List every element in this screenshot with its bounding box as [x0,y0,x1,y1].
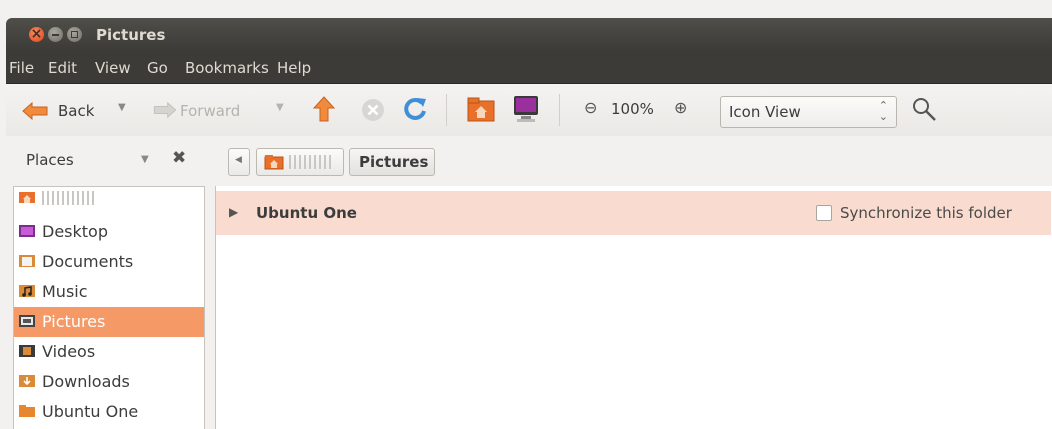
menu-bookmarks[interactable]: Bookmarks [185,59,269,77]
home-folder-icon[interactable] [467,96,495,122]
close-sidebar-icon[interactable]: ✖ [172,148,186,168]
videos-folder-icon [19,345,35,357]
menu-bar: File Edit View Go Bookmarks Help [6,51,1052,84]
blurred-username [289,155,333,169]
zoom-out-icon[interactable]: ⊖ [584,98,597,117]
minimize-window-icon[interactable] [48,27,63,42]
reload-icon[interactable] [402,96,428,122]
menu-go[interactable]: Go [147,59,168,77]
stop-icon[interactable] [361,98,385,122]
path-current-button[interactable]: Pictures [349,148,435,176]
sidebar-item-pictures[interactable]: Pictures [14,307,204,337]
zoom-level: 100% [611,100,654,118]
path-scroll-left-button[interactable]: ◀ [228,148,250,176]
desktop-folder-icon [19,225,35,237]
sidebar-item-music[interactable]: Music [14,277,204,307]
location-row: Places ▼ ✖ ◀ Pictures [6,136,1052,186]
ubuntu-one-folder-icon [19,405,35,417]
maximize-window-icon[interactable] [67,27,82,42]
sidebar-item-home[interactable] [14,187,204,217]
spinner-arrows-icon: ⌃ ⌄ [878,99,888,123]
ubuntu-one-title[interactable]: Ubuntu One [256,204,357,222]
window-title: Pictures [96,26,166,44]
home-folder-icon [19,192,35,203]
sidebar-item-label: Music [42,282,88,301]
sidebar-item-videos[interactable]: Videos [14,337,204,367]
path-home-button[interactable] [256,148,344,176]
sidebar-item-label: Desktop [42,222,108,241]
menu-file[interactable]: File [9,59,34,77]
sidebar-item-label: Ubuntu One [42,402,139,421]
back-arrow-icon [22,102,48,120]
chevron-left-icon: ◀ [235,155,242,165]
expand-triangle-icon[interactable]: ▶ [229,205,238,219]
title-bar[interactable]: Pictures [6,18,1052,51]
menu-edit[interactable]: Edit [48,59,77,77]
sidebar-item-documents[interactable]: Documents [14,247,204,277]
close-window-icon[interactable] [29,25,44,43]
up-arrow-icon[interactable] [313,96,335,122]
menu-view[interactable]: View [95,59,131,77]
blurred-username [42,191,94,205]
sidebar-header: Places [26,151,74,169]
forward-arrow-icon [153,102,177,118]
view-mode-value: Icon View [729,103,801,121]
home-folder-icon [264,155,284,170]
music-folder-icon [19,285,35,297]
forward-label: Forward [180,102,241,120]
places-sidebar: Desktop Documents Music Pictures Videos … [13,186,205,429]
ubuntu-one-info-bar: ▶ Ubuntu One Synchronize this folder [216,191,1051,235]
sidebar-item-label: Downloads [42,372,130,391]
sidebar-item-label: Documents [42,252,134,271]
toolbar: Back ▼ Forward ▼ ⊖ 100% ⊕ Icon View ⌃ ⌄ [6,84,1052,136]
sidebar-item-label: Videos [42,342,96,361]
downloads-folder-icon [19,375,35,387]
back-button[interactable]: Back [16,94,110,126]
pane-resize-handle[interactable] [205,186,215,429]
view-mode-select[interactable]: Icon View ⌃ ⌄ [720,96,897,128]
sidebar-item-downloads[interactable]: Downloads [14,367,204,397]
zoom-in-icon[interactable]: ⊕ [674,98,687,117]
synchronize-folder-label[interactable]: Synchronize this folder [840,204,1012,222]
sidebar-item-label: Pictures [42,312,106,331]
sidebar-type-chevron-icon[interactable]: ▼ [141,154,149,165]
toolbar-separator [559,94,560,126]
file-manager-window: Pictures File Edit View Go Bookmarks Hel… [0,0,1052,429]
forward-button[interactable]: Forward [146,94,266,126]
pictures-folder-icon [19,315,35,327]
file-view[interactable]: ▶ Ubuntu One Synchronize this folder [215,186,1052,429]
sidebar-item-ubuntu-one[interactable]: Ubuntu One [14,397,204,427]
toolbar-separator [446,94,447,126]
back-history-chevron-icon[interactable]: ▼ [118,102,126,113]
synchronize-folder-checkbox[interactable] [816,205,832,221]
menu-help[interactable]: Help [277,59,311,77]
search-icon[interactable] [911,96,937,122]
path-current-label: Pictures [359,153,429,171]
back-label: Back [58,102,95,120]
documents-folder-icon [19,255,35,267]
sidebar-item-desktop[interactable]: Desktop [14,217,204,247]
forward-history-chevron-icon[interactable]: ▼ [276,102,284,113]
computer-icon[interactable] [511,95,541,123]
